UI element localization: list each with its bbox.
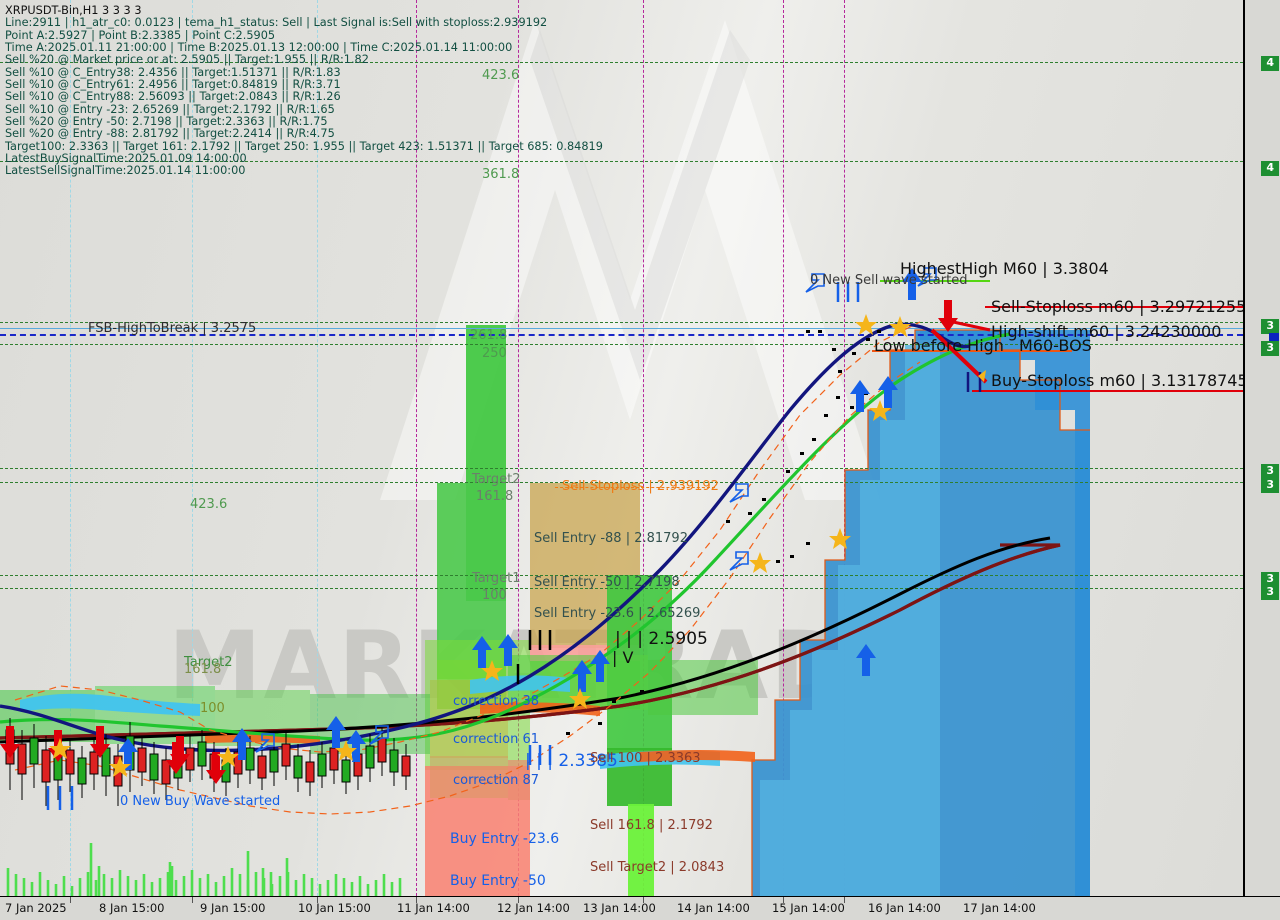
time-axis-label: 14 Jan 14:00 <box>677 901 750 915</box>
time-axis[interactable]: 7 Jan 2025 8 Jan 15:00 9 Jan 15:00 10 Ja… <box>0 896 1280 920</box>
trading-chart-window: MARKATRADE <box>0 0 1280 920</box>
new-buy-wave-label: 0 New Buy Wave started <box>120 794 281 809</box>
price-badge: 3 <box>1261 478 1279 493</box>
buy-entry-50-label: Buy Entry -50 <box>450 873 546 889</box>
time-axis-label: 15 Jan 14:00 <box>772 901 845 915</box>
fsb-high-to-break-label: FSB-HighToBreak | 3.2575 <box>88 321 257 336</box>
price-badge: 3 <box>1261 341 1279 356</box>
price-badge: 3 <box>1261 464 1279 479</box>
price-badge: 4 <box>1261 161 1279 176</box>
chart-info-header: XRPUSDT-Bin,H1 3 3 3 3 Line:2911 | h1_at… <box>5 4 603 178</box>
correction-61-label: correction 61 <box>453 732 539 747</box>
sell-target2-label: Sell Target2 | 2.0843 <box>590 860 725 875</box>
sell-stoploss-m60-label: Sell-Stoploss m60 | 3.29721255 <box>991 297 1243 316</box>
buy-stoploss-m60-label: Buy-Stoploss m60 | 3.13178745 <box>991 371 1243 390</box>
fib-label-261-8: 261.8 <box>470 328 508 343</box>
time-axis-label: 7 Jan 2025 <box>5 901 67 915</box>
m60-bos-label: M60-BOS <box>1019 336 1092 355</box>
time-axis-label: 13 Jan 14:00 <box>583 901 656 915</box>
sell-100-label: Sell 100 | 2.3363 <box>590 751 701 766</box>
time-axis-label: 9 Jan 15:00 <box>200 901 266 915</box>
chart-plot-area[interactable]: MARKATRADE <box>0 0 1243 896</box>
point-c-marker-label: | | | 2.5905 <box>615 629 708 649</box>
time-axis-label: 16 Jan 14:00 <box>868 901 941 915</box>
fib-label-423-6-left: 423.6 <box>190 497 228 512</box>
target2-left-value: 161.8 <box>184 662 222 677</box>
header-line-status: Line:2911 | h1_atr_c0: 0.0123 | tema_h1_… <box>5 16 548 30</box>
fib-label-250: 250 <box>482 346 507 361</box>
correction-38-label: correction 38 <box>453 694 539 709</box>
time-axis-label: 8 Jan 15:00 <box>99 901 165 915</box>
target1-label: Target1 <box>472 571 521 586</box>
correction-87-label: correction 87 <box>453 773 539 788</box>
target2-value: 161.8 <box>476 489 514 504</box>
point-c-iv-label: | V <box>612 648 634 667</box>
time-axis-label: 17 Jan 14:00 <box>963 901 1036 915</box>
sell-entry-236-label: Sell Entry -23.6 | 2.65269 <box>534 606 701 621</box>
price-badge: 3 <box>1261 319 1279 334</box>
time-axis-label: 12 Jan 14:00 <box>497 901 570 915</box>
sell-161-8-label: Sell 161.8 | 2.1792 <box>590 818 713 833</box>
target1-left-value: 100 <box>200 701 225 716</box>
time-axis-label: 10 Jan 15:00 <box>298 901 371 915</box>
low-before-high-label: Low before High <box>874 336 1004 355</box>
price-badge-current <box>1269 333 1279 341</box>
header-line-entry-88: Sell %20 @ Entry -88: 2.81792 || Target:… <box>5 127 335 141</box>
header-line-latest-sell-signal: LatestSellSignalTime:2025.01.14 11:00:00 <box>5 164 246 178</box>
new-sell-wave-label: 0 New Sell wave started <box>810 273 968 288</box>
target1-value: 100 <box>482 588 507 603</box>
sell-entry-88-label: Sell Entry -88 | 2.81792 <box>534 531 688 546</box>
header-line-sell-market: Sell %20 @ Market price or at: 2.5905 ||… <box>5 53 369 67</box>
buy-entry-236-label: Buy Entry -23.6 <box>450 831 560 847</box>
sell-stoploss-label: Sell Stoploss | 2.939192 <box>562 479 719 494</box>
price-badge: 4 <box>1261 56 1279 71</box>
sell-entry-50-label: Sell Entry -50 | 2.7198 <box>534 575 680 590</box>
price-scale[interactable]: 4 4 3 3 3 3 3 3 <box>1243 0 1280 896</box>
header-line-c-entry88: Sell %10 @ C_Entry88: 2.56093 || Target:… <box>5 90 341 104</box>
time-axis-label: 11 Jan 14:00 <box>397 901 470 915</box>
highest-high-value: M60 | 3.3804 <box>1003 259 1109 278</box>
target2-label: Target2 <box>472 472 521 487</box>
price-badge: 3 <box>1261 585 1279 600</box>
